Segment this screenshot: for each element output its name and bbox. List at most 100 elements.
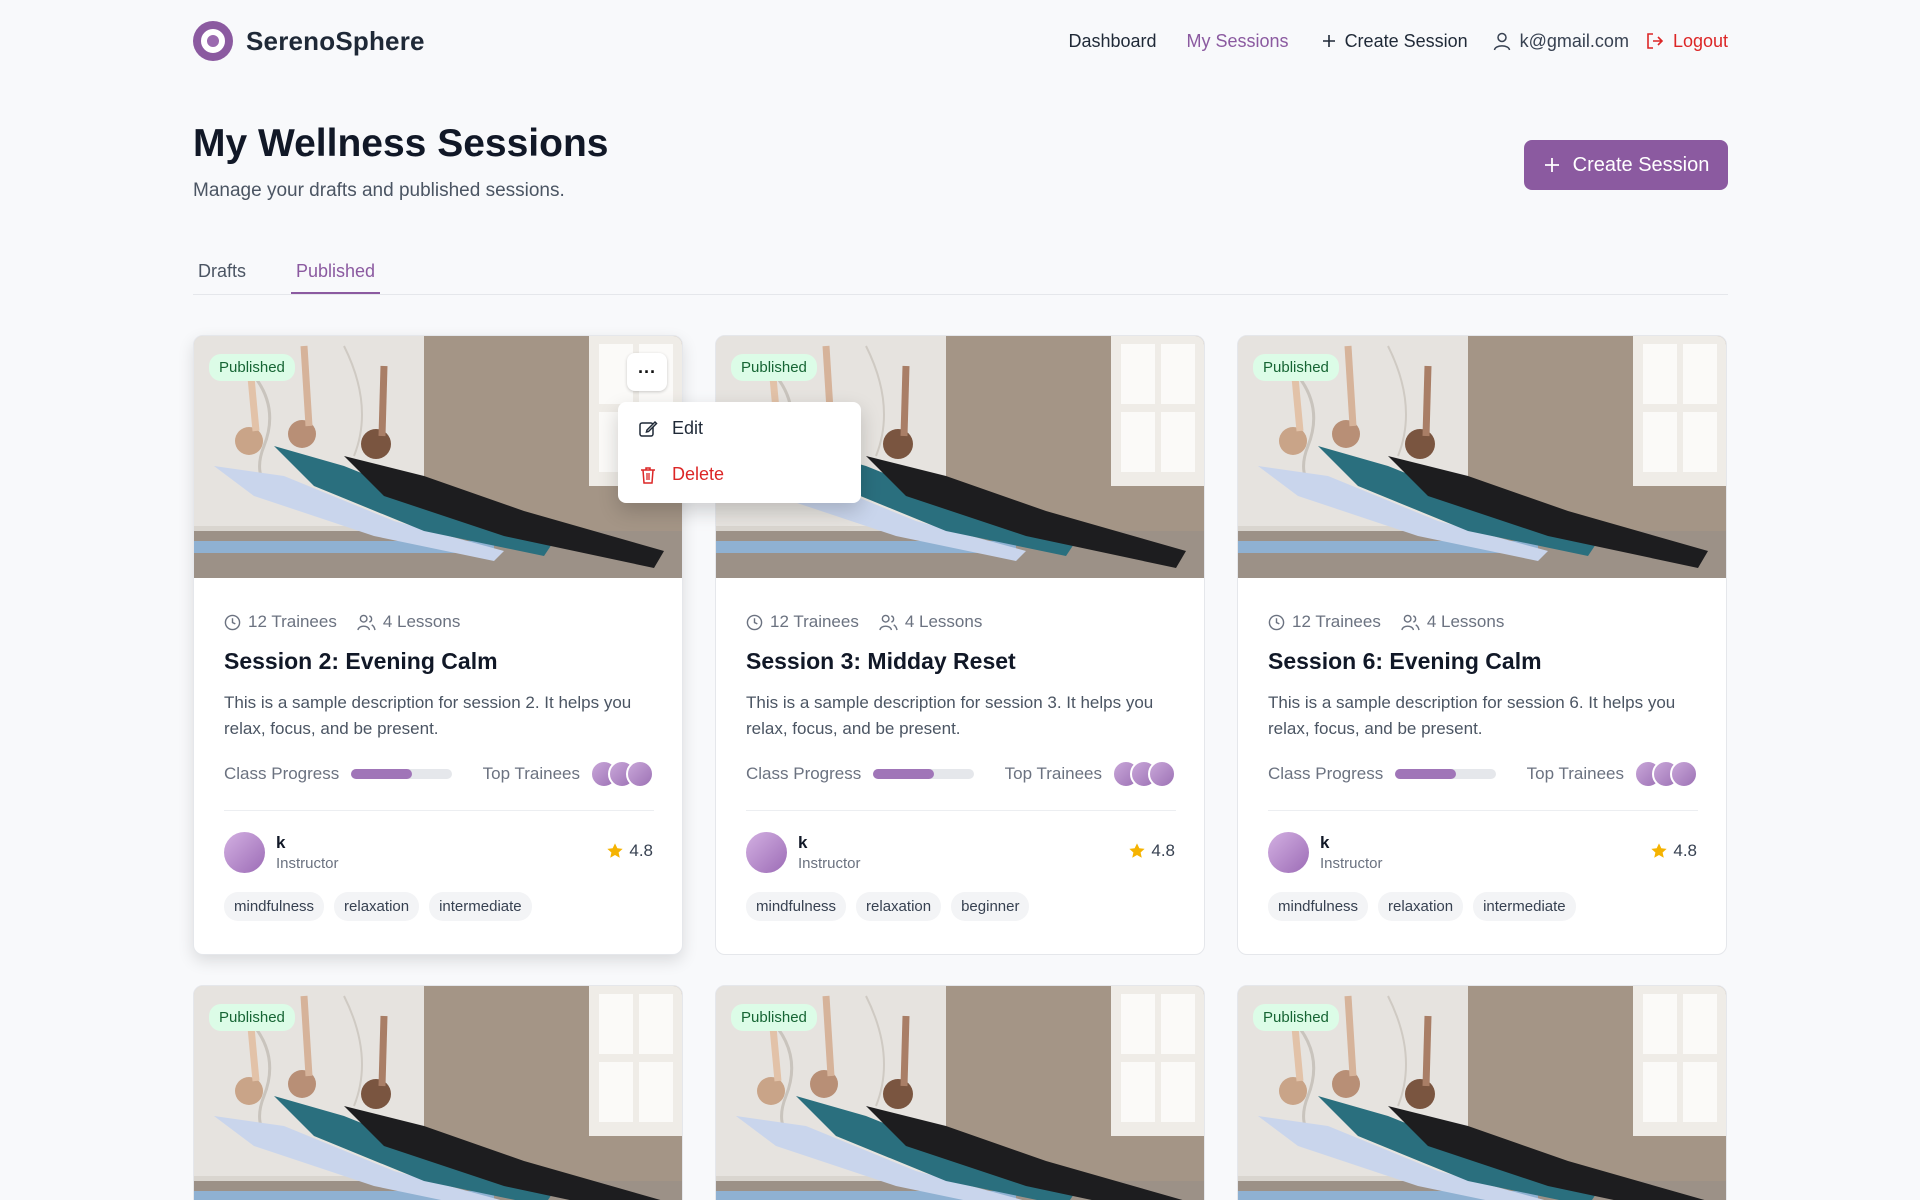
card-actions-menu: Edit Delete — [618, 402, 861, 503]
card-body: 12 Trainees 4 Lessons Session 2: Evening… — [194, 578, 682, 954]
brand-name: SerenoSphere — [246, 25, 425, 56]
class-progress-bar — [351, 769, 453, 779]
status-badge: Published — [209, 1004, 295, 1031]
avatar — [1148, 760, 1176, 788]
card-meta: 12 Trainees 4 Lessons — [746, 612, 982, 632]
ellipsis-icon: ··· — [638, 361, 656, 382]
class-progress-fill — [873, 769, 934, 779]
session-card[interactable]: Published — [193, 985, 683, 1200]
nav-create-session-link[interactable]: Create Session — [1321, 31, 1468, 52]
lessons-label: 4 Lessons — [1426, 612, 1505, 631]
tag[interactable]: intermediate — [429, 892, 532, 921]
create-session-button[interactable]: Create Session — [1524, 140, 1728, 190]
top-trainees-label: Top Trainees — [482, 764, 580, 783]
instructor-avatar — [224, 832, 265, 873]
session-description: This is a sample description for session… — [224, 693, 632, 738]
divider — [224, 810, 654, 811]
class-progress-fill — [351, 769, 412, 779]
tag[interactable]: mindfulness — [1268, 892, 1369, 921]
more-options-button[interactable]: ··· — [627, 353, 667, 391]
top-trainees-label: Top Trainees — [1526, 764, 1624, 783]
session-thumbnail: Published — [1238, 986, 1726, 1200]
class-progress-label: Class Progress — [746, 764, 862, 783]
rating-value: 4.8 — [1673, 841, 1697, 860]
tag[interactable]: relaxation — [856, 892, 942, 921]
trainees-count: 12 Trainees — [224, 612, 337, 632]
star-icon — [1129, 843, 1146, 858]
rating: 4.8 — [1650, 841, 1697, 861]
nav-my-sessions-link[interactable]: My Sessions — [1187, 31, 1289, 52]
session-card[interactable]: Published — [715, 985, 1205, 1200]
progress-row: Class Progress Top Trainees — [224, 760, 654, 788]
trainees-label: 12 Trainees — [248, 612, 337, 631]
lessons-label: 4 Lessons — [382, 612, 461, 631]
card-meta: 12 Trainees 4 Lessons — [1268, 612, 1504, 632]
tag[interactable]: beginner — [951, 892, 1030, 921]
page-title: My Wellness Sessions — [193, 122, 609, 165]
class-progress-label: Class Progress — [1268, 764, 1384, 783]
menu-delete-item[interactable]: Delete — [638, 464, 724, 485]
tag[interactable]: mindfulness — [224, 892, 325, 921]
session-title[interactable]: Session 2: Evening Calm — [224, 648, 498, 675]
session-card[interactable]: Published 12 Trainees 4 Lessons Session … — [1237, 335, 1727, 955]
session-card[interactable]: Published — [1237, 985, 1727, 1200]
session-title[interactable]: Session 6: Evening Calm — [1268, 648, 1542, 675]
clock-icon — [1268, 614, 1285, 630]
menu-edit-label: Edit — [672, 418, 704, 438]
progress-row: Class Progress Top Trainees — [746, 760, 1176, 788]
status-badge: Published — [209, 354, 295, 381]
nav-dashboard-link[interactable]: Dashboard — [1068, 31, 1156, 52]
brand-logo-icon — [193, 21, 233, 61]
tag-list: mindfulness relaxation intermediate — [224, 892, 532, 921]
avatar — [626, 760, 654, 788]
menu-delete-label: Delete — [672, 464, 725, 484]
tab-drafts[interactable]: Drafts — [193, 261, 251, 292]
rating-value: 4.8 — [1151, 841, 1175, 860]
clock-icon — [746, 614, 763, 630]
users-icon — [879, 614, 898, 630]
trash-icon — [641, 466, 655, 484]
instructor-role: Instructor — [798, 855, 861, 872]
nav-logout-link[interactable]: Logout — [1645, 31, 1728, 52]
tag[interactable]: intermediate — [1473, 892, 1576, 921]
session-thumbnail: Published ··· — [194, 336, 682, 578]
trainees-label: 12 Trainees — [1292, 612, 1381, 631]
top-trainees-avatars — [1634, 760, 1698, 788]
instructor-name: k — [1320, 833, 1330, 852]
tag[interactable]: relaxation — [334, 892, 420, 921]
plus-icon — [1322, 35, 1335, 47]
clock-icon — [224, 614, 241, 630]
class-progress-bar — [873, 769, 975, 779]
tag-list: mindfulness relaxation beginner — [746, 892, 1030, 921]
lessons-label: 4 Lessons — [904, 612, 983, 631]
nav-logout-label: Logout — [1672, 30, 1728, 51]
lessons-count: 4 Lessons — [357, 612, 461, 632]
rating: 4.8 — [1128, 841, 1175, 861]
session-thumbnail: Published — [194, 986, 682, 1200]
session-thumbnail: Published — [716, 986, 1204, 1200]
users-icon — [1401, 614, 1420, 630]
session-card[interactable]: Published ··· 12 Trainees 4 Lessons Sessi… — [193, 335, 683, 955]
user-icon — [1493, 32, 1510, 51]
nav-dashboard-label: Dashboard — [1068, 30, 1157, 51]
tab-published[interactable]: Published — [291, 261, 381, 294]
divider — [1268, 810, 1698, 811]
nav-user-email: k@gmail.com — [1519, 30, 1629, 51]
brand[interactable]: SerenoSphere — [193, 21, 425, 61]
status-badge: Published — [1253, 354, 1339, 381]
menu-edit-item[interactable]: Edit — [638, 418, 703, 439]
session-description: This is a sample description for session… — [746, 693, 1154, 738]
nav-user-account[interactable]: k@gmail.com — [1492, 31, 1629, 52]
page-subtitle: Manage your drafts and published session… — [193, 180, 565, 201]
session-title[interactable]: Session 3: Midday Reset — [746, 648, 1016, 675]
nav-my-sessions-label: My Sessions — [1186, 30, 1289, 51]
tag[interactable]: relaxation — [1378, 892, 1464, 921]
tag[interactable]: mindfulness — [746, 892, 847, 921]
session-description: This is a sample description for session… — [1268, 693, 1676, 738]
trainees-count: 12 Trainees — [746, 612, 859, 632]
top-trainees-avatars — [590, 760, 654, 788]
card-body: 12 Trainees 4 Lessons Session 6: Evening… — [1238, 578, 1726, 954]
status-badge: Published — [1253, 1004, 1339, 1031]
tag-list: mindfulness relaxation intermediate — [1268, 892, 1576, 921]
trainees-count: 12 Trainees — [1268, 612, 1381, 632]
